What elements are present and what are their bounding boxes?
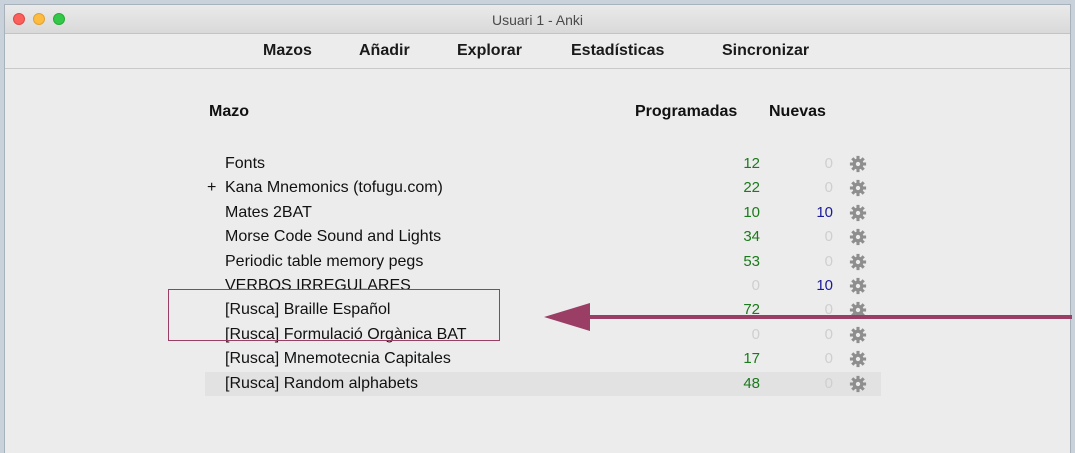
expand-deck-button[interactable]: + [207, 179, 216, 197]
deck-name-link[interactable]: Fonts [225, 155, 265, 173]
deck-row[interactable]: [Rusca] Random alphabets 48 0 [205, 371, 881, 396]
deck-name-link[interactable]: [Rusca] Random alphabets [225, 375, 418, 393]
due-count: 17 [743, 350, 760, 368]
gear-icon[interactable] [849, 375, 867, 393]
deck-row[interactable]: Periodic table memory pegs 53 0 [205, 250, 881, 274]
gear-icon[interactable] [849, 253, 867, 271]
due-count: 0 [751, 277, 760, 294]
deck-name-link[interactable]: [Rusca] Mnemotecnia Capitales [225, 350, 451, 368]
gear-icon[interactable] [849, 350, 867, 368]
annotation-highlight-box [168, 289, 500, 341]
new-count: 0 [824, 350, 833, 368]
due-column-header: Programadas [635, 103, 738, 120]
new-count: 0 [824, 179, 833, 197]
main-toolbar: Mazos Añadir Explorar Estadísticas Sincr… [5, 34, 1070, 69]
toolbar-browse-button[interactable]: Explorar [457, 42, 522, 60]
deck-row[interactable]: Morse Code Sound and Lights 34 0 [205, 225, 881, 249]
gear-icon[interactable] [849, 155, 867, 173]
deck-name-link[interactable]: Kana Mnemonics (tofugu.com) [225, 179, 443, 197]
gear-icon[interactable] [849, 204, 867, 222]
deck-row[interactable]: Fonts 12 0 [205, 152, 881, 176]
gear-icon[interactable] [849, 179, 867, 197]
toolbar-stats-button[interactable]: Estadísticas [571, 42, 664, 60]
gear-icon[interactable] [849, 277, 867, 295]
new-count: 0 [824, 228, 833, 246]
new-count: 0 [824, 252, 833, 270]
anki-window: Usuari 1 - Anki Mazos Añadir Explorar Es… [4, 4, 1071, 453]
due-count: 48 [743, 374, 760, 392]
deck-column-header: Mazo [209, 103, 249, 120]
gear-icon[interactable] [849, 228, 867, 246]
deck-browser: Mazo Programadas Nuevas Fonts 12 0 + Kana Mn… [5, 69, 1070, 453]
window-title: Usuari 1 - Anki [491, 12, 584, 28]
toolbar-sync-button[interactable]: Sincronizar [722, 42, 809, 60]
deck-name-link[interactable]: Mates 2BAT [225, 204, 312, 222]
new-count: 10 [816, 277, 833, 294]
deck-name-link[interactable]: Periodic table memory pegs [225, 253, 423, 271]
deck-name-link[interactable]: Morse Code Sound and Lights [225, 228, 441, 246]
toolbar-add-button[interactable]: Añadir [359, 42, 410, 60]
deck-row[interactable]: [Rusca] Mnemotecnia Capitales 17 0 [205, 347, 881, 371]
new-count: 0 [824, 374, 833, 392]
toolbar-decks-button[interactable]: Mazos [263, 42, 312, 60]
deck-row[interactable]: Mates 2BAT 10 10 [205, 201, 881, 225]
due-count: 10 [743, 203, 760, 221]
due-count: 34 [743, 228, 760, 246]
title-bar[interactable]: Usuari 1 - Anki [5, 5, 1070, 34]
annotation-arrow-icon [544, 303, 1072, 331]
new-count: 0 [824, 155, 833, 172]
due-count: 53 [743, 252, 760, 270]
due-count: 12 [743, 155, 760, 172]
due-count: 22 [743, 179, 760, 197]
deck-row[interactable]: + Kana Mnemonics (tofugu.com) 22 0 [205, 176, 881, 200]
new-column-header: Nuevas [769, 103, 826, 120]
new-count: 10 [816, 203, 833, 221]
